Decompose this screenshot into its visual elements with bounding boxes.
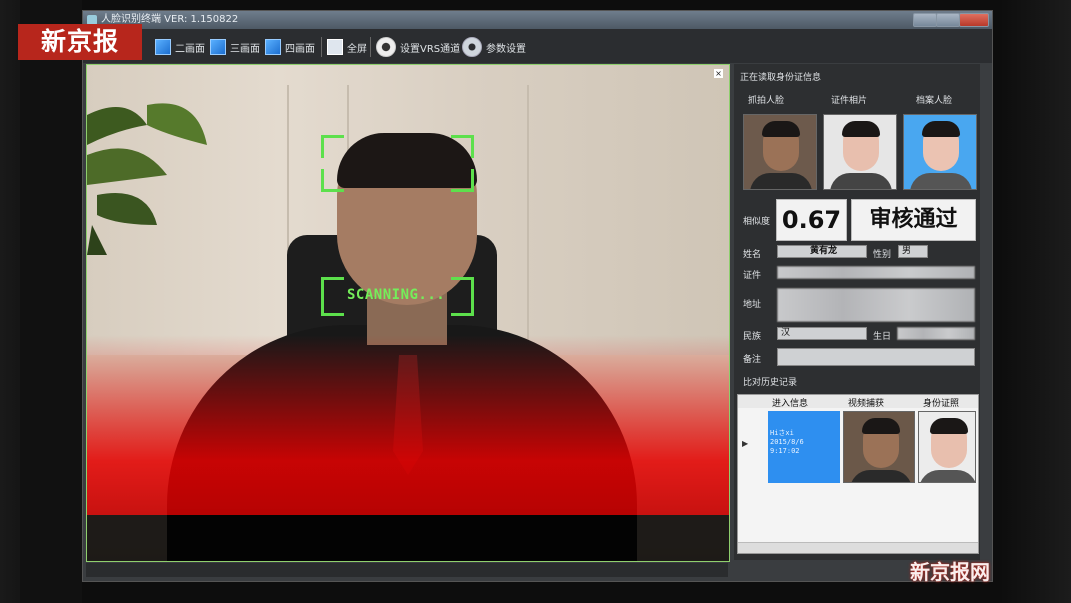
face-frame-corner xyxy=(451,135,474,158)
id-info-panel: 正在读取身份证信息 抓拍人脸 证件相片 档案人脸 相似度 0.67 审核通过 姓… xyxy=(734,64,980,560)
fullscreen-icon xyxy=(327,39,343,55)
hair xyxy=(762,121,800,137)
id-number-label: 证件 xyxy=(743,271,762,281)
face-frame-corner xyxy=(451,169,474,192)
history-scrollbar[interactable] xyxy=(738,542,978,553)
video-bottom-band xyxy=(87,515,729,561)
scanning-text: SCANNING... xyxy=(347,287,446,303)
toolbar: 二画面 三画面 四画面 全屏 设置VRS通道 参数设置 xyxy=(83,29,992,63)
similarity-score: 0.67 xyxy=(776,199,847,241)
four-view-icon xyxy=(265,39,281,55)
remark-label: 备注 xyxy=(743,355,762,365)
face-frame-corner xyxy=(321,135,344,158)
gender-label: 性别 xyxy=(873,250,892,260)
toolbar-separator xyxy=(370,37,371,57)
monitor-edge xyxy=(20,0,82,603)
vrs-channel-label: 设置VRS通道 xyxy=(400,43,461,55)
entry-line: Hiさxi xyxy=(770,429,794,437)
id-photo-label: 证件相片 xyxy=(831,96,868,106)
archive-face-thumb[interactable] xyxy=(903,114,977,190)
verification-result: 审核通过 xyxy=(851,199,976,241)
two-view-label: 二画面 xyxy=(175,43,205,55)
camera-icon xyxy=(376,37,396,57)
title-bar: 人脸识别终端 VER: 1.150822 xyxy=(83,11,992,29)
three-view-label: 三画面 xyxy=(230,43,260,55)
history-table: 进入信息 视频捕获 身份证照 ▶ Hiさxi 2015/8/6 9:17:02 xyxy=(737,394,979,554)
entry-info-cell: Hiさxi 2015/8/6 9:17:02 xyxy=(768,411,840,483)
shoulders xyxy=(750,173,812,189)
four-view-label: 四画面 xyxy=(285,43,315,55)
settings-label: 参数设置 xyxy=(486,43,526,55)
address-field-redacted xyxy=(777,288,975,322)
wall-seam xyxy=(527,85,529,355)
two-view-icon xyxy=(155,39,171,55)
birthday-label: 生日 xyxy=(873,332,892,342)
hair xyxy=(862,418,900,434)
scan-overlay xyxy=(87,335,729,515)
captured-face-thumb[interactable] xyxy=(743,114,817,190)
remark-field[interactable] xyxy=(777,348,975,366)
ethnicity-label: 民族 xyxy=(743,332,762,342)
row-pointer-icon: ▶ xyxy=(742,439,749,448)
history-video-thumb xyxy=(843,411,915,483)
entry-time: 9:17:02 xyxy=(770,447,800,455)
three-view-button[interactable]: 三画面 xyxy=(210,38,260,56)
similarity-label: 相似度 xyxy=(743,217,771,227)
vrs-channel-button[interactable]: 设置VRS通道 xyxy=(376,37,461,57)
close-button[interactable] xyxy=(959,13,989,27)
id-number-field-redacted xyxy=(777,266,975,279)
minimize-button[interactable] xyxy=(913,13,937,27)
status-bar xyxy=(86,563,728,577)
settings-button[interactable]: 参数设置 xyxy=(462,37,526,57)
shoulders xyxy=(910,173,972,189)
hair xyxy=(842,121,880,137)
history-id-thumb xyxy=(918,411,976,483)
gear-icon xyxy=(462,37,482,57)
captured-face-label: 抓拍人脸 xyxy=(748,96,785,106)
shoulders xyxy=(850,470,912,482)
column-id-photo: 身份证照 xyxy=(923,399,960,409)
id-photo-thumb[interactable] xyxy=(823,114,897,190)
hair xyxy=(930,418,968,434)
history-title: 比对历史记录 xyxy=(743,378,798,388)
address-label: 地址 xyxy=(743,300,762,310)
shoulders xyxy=(830,173,892,189)
scan-frame-corner xyxy=(451,293,474,316)
name-label: 姓名 xyxy=(743,250,762,260)
column-video-capture: 视频捕获 xyxy=(848,399,885,409)
ethnicity-field: 汉 xyxy=(777,327,867,340)
plant xyxy=(87,103,207,255)
face-frame-corner xyxy=(321,169,344,192)
video-feed[interactable]: SCANNING... × xyxy=(86,64,730,562)
history-header: 进入信息 视频捕获 身份证照 xyxy=(738,395,978,409)
news-watermark-top: 新京报 xyxy=(18,24,142,60)
three-view-icon xyxy=(210,39,226,55)
shoulders xyxy=(919,470,975,482)
maximize-button[interactable] xyxy=(936,13,960,27)
hair xyxy=(922,121,960,137)
app-window: 人脸识别终端 VER: 1.150822 二画面 三画面 四画面 全屏 设置VR… xyxy=(82,10,993,582)
scan-frame-corner xyxy=(321,293,344,316)
gender-field: 男 xyxy=(898,245,928,258)
birthday-field-redacted xyxy=(897,327,975,340)
archive-face-label: 档案人脸 xyxy=(916,96,953,106)
table-row[interactable]: ▶ Hiさxi 2015/8/6 9:17:02 xyxy=(738,409,978,485)
fullscreen-label: 全屏 xyxy=(347,43,367,55)
column-entry-info: 进入信息 xyxy=(772,399,809,409)
news-watermark-bottom: 新京报网 xyxy=(910,560,990,584)
two-view-button[interactable]: 二画面 xyxy=(155,38,205,56)
toolbar-separator xyxy=(321,37,322,57)
close-icon[interactable]: × xyxy=(714,69,723,78)
name-field: 黄有龙 xyxy=(777,245,867,258)
four-view-button[interactable]: 四画面 xyxy=(265,38,315,56)
fullscreen-button[interactable]: 全屏 xyxy=(327,38,367,56)
entry-date: 2015/8/6 xyxy=(770,438,804,446)
reading-status: 正在读取身份证信息 xyxy=(740,73,822,83)
